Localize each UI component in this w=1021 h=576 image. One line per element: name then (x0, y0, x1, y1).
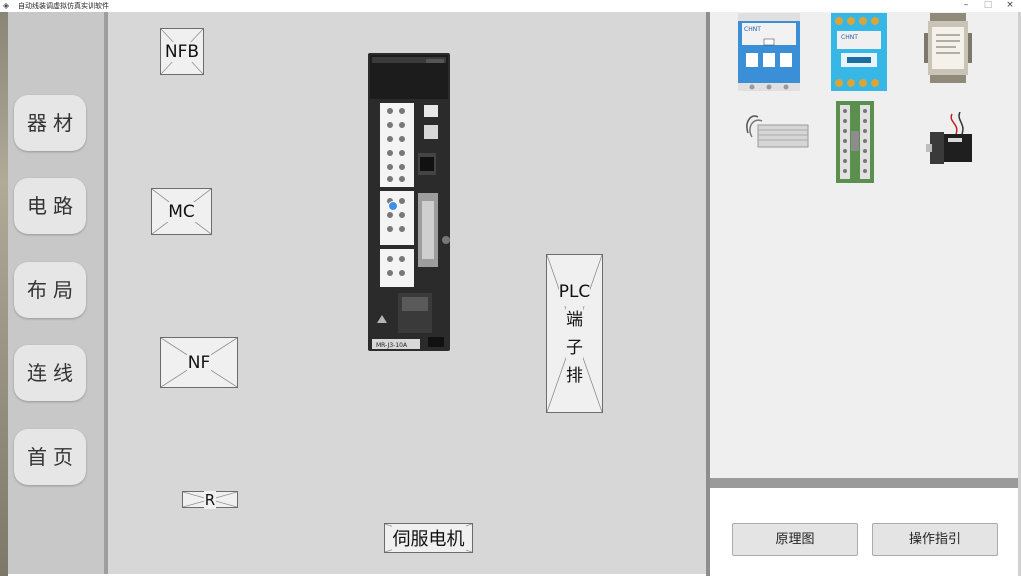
servo-driver-icon: MR-J3-10A (368, 53, 450, 351)
panel-separator (710, 478, 1018, 488)
sidebar-item-equipment[interactable]: 器材 (14, 95, 86, 151)
servo-motor-component[interactable]: 伺服电机 (384, 523, 473, 553)
plc-terminal-component[interactable]: PLC 端 子 排 (546, 254, 603, 413)
servo-driver-model: MR-J3-10A (376, 342, 408, 349)
servo-driver-component[interactable]: MR-J3-10A (368, 53, 450, 351)
r-component[interactable]: R (182, 490, 238, 509)
maximize-button[interactable]: □ (977, 0, 999, 12)
breaker-brand: CHNT (744, 26, 761, 33)
operation-guide-button[interactable]: 操作指引 (872, 523, 998, 556)
window-frame-left (0, 12, 8, 576)
noise-filter-icon (924, 13, 972, 83)
sidebar-nav: 器材 电路 布局 连线 首页 (8, 12, 106, 574)
nfb-label: NFB (163, 41, 201, 62)
cursor-pointer-icon (388, 201, 398, 211)
part-servo-motor[interactable] (926, 111, 974, 168)
title-bar: ◈ 自动线装调虚拟仿真实训软件 – □ × (0, 0, 1021, 12)
nf-label: NF (186, 352, 212, 373)
part-brake-resistor[interactable] (744, 111, 810, 155)
mc-component[interactable]: MC (151, 188, 212, 235)
nfb-component[interactable]: NFB (160, 28, 204, 75)
sidebar-item-wiring[interactable]: 连线 (14, 345, 86, 401)
part-contactor[interactable]: CHNT (831, 13, 887, 91)
part-terminal-board[interactable] (834, 101, 876, 183)
part-circuit-breaker[interactable]: CHNT (738, 13, 800, 91)
nf-component[interactable]: NF (160, 337, 238, 388)
part-noise-filter[interactable] (924, 13, 972, 83)
minimize-button[interactable]: – (955, 0, 977, 12)
plc-label-line2: 端 (566, 305, 583, 334)
sidebar-item-home[interactable]: 首页 (14, 429, 86, 485)
brake-resistor-icon (746, 115, 809, 148)
circuit-breaker-icon: CHNT (738, 13, 800, 91)
contactor-brand: CHNT (841, 34, 858, 41)
terminal-board-icon (836, 101, 874, 183)
servo-motor-label: 伺服电机 (391, 525, 466, 551)
app-icon: ◈ (3, 1, 10, 10)
r-label: R (203, 490, 217, 509)
plc-label-line1: PLC (558, 277, 591, 306)
plc-label-line4: 排 (566, 361, 583, 390)
schematic-button[interactable]: 原理图 (732, 523, 858, 556)
servo-motor-icon (926, 111, 972, 164)
sidebar-item-layout[interactable]: 布局 (14, 262, 86, 318)
close-button[interactable]: × (999, 0, 1021, 12)
plc-label-line3: 子 (566, 333, 583, 362)
sidebar-item-circuit[interactable]: 电路 (14, 178, 86, 234)
mc-label: MC (167, 201, 196, 222)
window-title: 自动线装调虚拟仿真实训软件 (18, 2, 109, 10)
contactor-icon: CHNT (831, 13, 887, 91)
